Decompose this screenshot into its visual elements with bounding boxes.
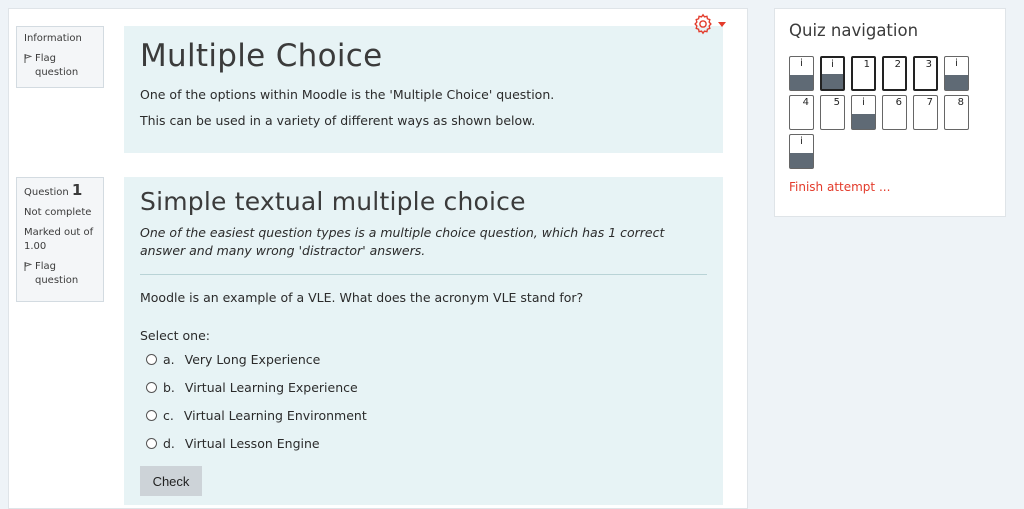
quiz-nav-button-fill <box>790 75 813 90</box>
quiz-nav-info-button[interactable]: i <box>789 56 814 91</box>
quiz-nav-button-label: 8 <box>957 97 964 108</box>
quiz-nav-button-label: i <box>862 97 865 108</box>
answer-list: a. Very Long Experience b. Virtual Learn… <box>140 345 707 457</box>
quiz-navigation-title: Quiz navigation <box>789 21 919 40</box>
quiz-nav-button-fill <box>852 114 875 129</box>
radio-button[interactable] <box>146 381 157 393</box>
question-intro: One of the easiest question types is a m… <box>140 225 665 258</box>
answer-option[interactable]: d. Virtual Lesson Engine <box>146 429 707 457</box>
quiz-nav-question-button[interactable]: 3 <box>913 56 938 91</box>
intro-line: This can be used in a variety of differe… <box>140 113 536 128</box>
quiz-nav-button-label: 6 <box>895 97 902 108</box>
caret-down-icon <box>718 21 726 27</box>
flag-question-label: Flag question <box>35 53 79 78</box>
intro-content: Multiple Choice One of the options withi… <box>124 26 723 153</box>
question-title: Simple textual multiple choice <box>140 187 526 216</box>
question-label: Question <box>24 187 69 198</box>
quiz-nav-button-label: i <box>800 136 803 147</box>
quiz-nav-question-button[interactable]: 2 <box>882 56 907 91</box>
select-one-prompt: Select one: <box>140 328 211 343</box>
quiz-nav-button-label: i <box>955 58 958 69</box>
flag-question-link[interactable]: Flag question <box>24 52 96 80</box>
divider <box>140 274 707 275</box>
question-text: Moodle is an example of a VLE. What does… <box>140 290 584 305</box>
quiz-nav-info-button[interactable]: i <box>944 56 969 91</box>
quiz-nav-button-label: 2 <box>894 59 901 70</box>
intro-title: Multiple Choice <box>140 38 383 74</box>
answer-option[interactable]: c. Virtual Learning Environment <box>146 401 707 429</box>
quiz-nav-button-label: 1 <box>863 59 870 70</box>
quiz-nav-button-fill <box>822 74 843 89</box>
quiz-nav-button-label: 7 <box>926 97 933 108</box>
question-state: Not complete <box>24 207 92 218</box>
answer-letter: c. <box>163 407 174 423</box>
quiz-navigation-panel: Quiz navigation i i 1 2 3 i 4 5 i 6 7 8 i Finish att… <box>774 8 1006 217</box>
answer-text: Very Long Experience <box>184 351 321 367</box>
answer-text: Virtual Lesson Engine <box>184 435 320 451</box>
flag-question-label: Flag question <box>35 261 79 286</box>
radio-button[interactable] <box>146 353 157 365</box>
answer-text: Virtual Learning Environment <box>183 407 367 423</box>
quiz-nav-button-label: 4 <box>802 97 809 108</box>
check-button[interactable]: Check <box>140 466 202 496</box>
info-label: Information <box>24 33 82 44</box>
quiz-nav-question-button[interactable]: 7 <box>913 95 938 130</box>
flag-question-link[interactable]: Flag question <box>24 260 96 288</box>
quiz-nav-question-button[interactable]: 8 <box>944 95 969 130</box>
quiz-nav-info-button[interactable]: i <box>789 134 814 169</box>
question-number: Question 1 <box>24 183 96 200</box>
flag-icon <box>24 262 32 271</box>
flag-icon <box>24 54 32 63</box>
info-box: Information Flag question <box>16 26 104 88</box>
question-info-box: Question 1 Not complete Marked out of 1.… <box>16 177 104 302</box>
intro-line: One of the options within Moodle is the … <box>140 87 555 102</box>
quiz-nav-info-button[interactable]: i <box>820 56 845 91</box>
finish-attempt-link[interactable]: Finish attempt ... <box>789 180 890 194</box>
quiz-nav-info-button[interactable]: i <box>851 95 876 130</box>
quiz-nav-question-button[interactable]: 1 <box>851 56 876 91</box>
answer-letter: a. <box>163 351 175 367</box>
question-content: Simple textual multiple choice One of th… <box>124 177 723 505</box>
quiz-nav-button-label: i <box>831 59 834 70</box>
radio-button[interactable] <box>146 437 157 449</box>
quiz-nav-button-fill <box>790 153 813 168</box>
quiz-nav-question-button[interactable]: 4 <box>789 95 814 130</box>
quiz-nav-button-label: i <box>800 58 803 69</box>
question-grade: Marked out of 1.00 <box>24 227 94 252</box>
quiz-nav-button-fill <box>945 75 968 90</box>
answer-text: Virtual Learning Experience <box>184 379 358 395</box>
settings-menu[interactable] <box>692 13 726 35</box>
quiz-nav-button-label: 5 <box>833 97 840 108</box>
answer-letter: b. <box>163 379 175 395</box>
question-number-value: 1 <box>71 181 83 199</box>
radio-button[interactable] <box>146 409 157 421</box>
quiz-nav-question-button[interactable]: 6 <box>882 95 907 130</box>
quiz-nav-question-button[interactable]: 5 <box>820 95 845 130</box>
answer-letter: d. <box>163 435 175 451</box>
quiz-nav-button-label: 3 <box>925 59 932 70</box>
gear-icon <box>694 13 712 35</box>
answer-option[interactable]: b. Virtual Learning Experience <box>146 373 707 401</box>
answer-option[interactable]: a. Very Long Experience <box>146 345 707 373</box>
